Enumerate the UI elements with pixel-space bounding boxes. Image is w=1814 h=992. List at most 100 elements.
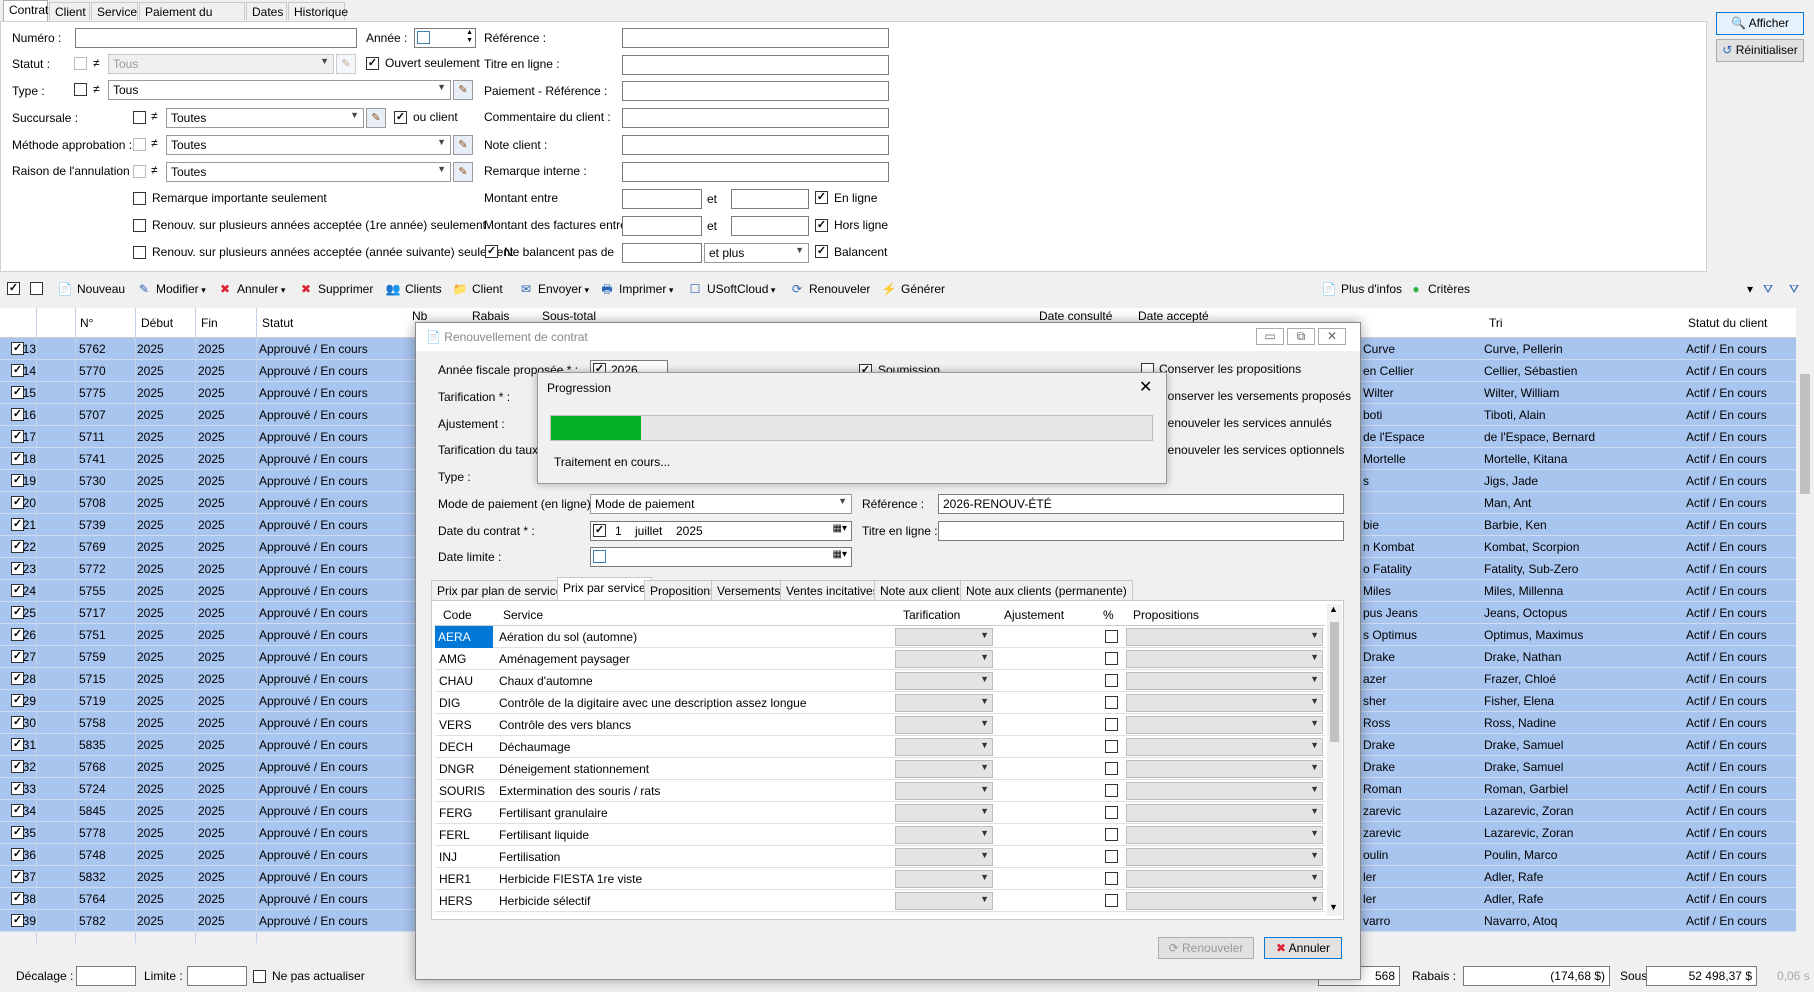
service-row[interactable]: DIG Contrôle de la digitaire avec une des… — [435, 692, 1325, 714]
service-row[interactable]: HER1 Herbicide FIESTA 1re viste ▼ ▼ — [435, 868, 1325, 890]
col-propositions[interactable]: Propositions — [1133, 608, 1199, 623]
paiement-ref-input[interactable] — [622, 81, 889, 101]
propositions-select[interactable]: ▼ — [1126, 782, 1323, 800]
propositions-select[interactable]: ▼ — [1126, 848, 1323, 866]
percent-checkbox[interactable] — [1105, 872, 1118, 885]
propositions-select[interactable]: ▼ — [1126, 716, 1323, 734]
toolbar-client-button[interactable]: 📁 Client — [451, 279, 503, 299]
statut-checkbox[interactable] — [74, 57, 87, 70]
dropdown-arrow-icon[interactable]: ▾ — [666, 285, 674, 295]
hors-ligne-checkbox[interactable] — [815, 219, 828, 232]
propositions-select[interactable]: ▼ — [1126, 804, 1323, 822]
modal-titre-input[interactable] — [938, 521, 1344, 541]
reinitialiser-button[interactable]: ↺ Réinitialiser — [1716, 39, 1804, 62]
filter-clear-icon[interactable]: ⛛ — [1789, 279, 1799, 299]
toolbar-clients-button[interactable]: 👥 Clients — [384, 279, 442, 299]
reference-input[interactable] — [622, 28, 889, 48]
col-tarification[interactable]: Tarification — [903, 608, 960, 623]
header-statut-client[interactable]: Statut du client — [1688, 316, 1767, 330]
tarification-select[interactable]: ▼ — [895, 694, 993, 712]
grid-scrollbar[interactable] — [1796, 308, 1814, 943]
montant-max-input[interactable] — [731, 189, 809, 209]
tab-2[interactable]: Service — [91, 2, 138, 20]
date-contrat-checkbox[interactable] — [593, 524, 606, 537]
raison-checkbox[interactable] — [133, 165, 146, 178]
renouv-1re-checkbox[interactable] — [133, 219, 146, 232]
dropdown-arrow-icon[interactable]: ▾ — [199, 285, 206, 295]
numero-input[interactable] — [75, 28, 357, 48]
percent-checkbox[interactable] — [1105, 894, 1118, 907]
tab-5[interactable]: Historique — [288, 2, 348, 20]
scroll-thumb[interactable] — [1330, 622, 1339, 742]
succursale-checkbox[interactable] — [133, 111, 146, 124]
limite-input[interactable] — [187, 966, 247, 986]
edit-icon[interactable]: ✎ — [453, 80, 473, 100]
edit-icon[interactable]: ✎ — [366, 108, 386, 128]
ne-balancent-checkbox[interactable] — [485, 245, 498, 258]
tarification-select[interactable]: ▼ — [895, 826, 993, 844]
service-row[interactable]: FERL Fertilisant liquide ▼ ▼ — [435, 824, 1325, 846]
tab-4[interactable]: Dates — [246, 2, 287, 20]
decalage-input[interactable] — [76, 966, 136, 986]
propositions-select[interactable]: ▼ — [1126, 672, 1323, 690]
service-row[interactable]: INJ Fertilisation ▼ ▼ — [435, 846, 1325, 868]
percent-checkbox[interactable] — [1105, 718, 1118, 731]
propositions-select[interactable]: ▼ — [1126, 650, 1323, 668]
type-select[interactable]: Tous ▼ — [108, 80, 451, 100]
scroll-up-icon[interactable]: ▲ — [1329, 604, 1338, 614]
tarification-select[interactable]: ▼ — [895, 804, 993, 822]
service-row[interactable]: DNGR Déneigement stationnement ▼ ▼ — [435, 758, 1325, 780]
tarification-select[interactable]: ▼ — [895, 782, 993, 800]
date-limite-checkbox[interactable] — [593, 550, 606, 563]
toolbar-modifier-button[interactable]: ✎ Modifier ▾ — [135, 279, 206, 299]
commentaire-input[interactable] — [622, 108, 889, 128]
annuler-button[interactable]: ✖ Annuler — [1264, 937, 1342, 959]
col-ajustement[interactable]: Ajustement — [1004, 608, 1064, 623]
afficher-button[interactable]: 🔍 Afficher — [1716, 12, 1804, 35]
toolbar-overflow-icon[interactable]: ▾ — [1747, 279, 1753, 299]
header-date-consulte[interactable]: Date consulté — [1039, 309, 1112, 323]
percent-checkbox[interactable] — [1105, 740, 1118, 753]
dropdown-arrow-icon[interactable]: ▾ — [278, 285, 286, 295]
annee-checkbox[interactable] — [417, 31, 430, 44]
close-icon[interactable]: ✕ — [1139, 377, 1152, 397]
scroll-thumb[interactable] — [1800, 374, 1810, 494]
toolbar-crit-res-button[interactable]: ● Critères — [1407, 279, 1470, 299]
methode-checkbox[interactable] — [133, 138, 146, 151]
ouvert-checkbox[interactable] — [366, 57, 379, 70]
percent-checkbox[interactable] — [1105, 762, 1118, 775]
mode-paiement-select[interactable]: Mode de paiement ▼ — [590, 494, 852, 514]
service-row[interactable]: FERG Fertilisant granulaire ▼ ▼ — [435, 802, 1325, 824]
propositions-select[interactable]: ▼ — [1126, 760, 1323, 778]
toolbar-renouveler-button[interactable]: ⟳ Renouveler — [788, 279, 870, 299]
ne-pas-actualiser-checkbox[interactable] — [253, 970, 266, 983]
percent-checkbox[interactable] — [1105, 674, 1118, 687]
maximize-icon[interactable]: ⧉ — [1287, 328, 1315, 345]
percent-checkbox[interactable] — [1105, 652, 1118, 665]
scroll-down-icon[interactable]: ▼ — [1329, 902, 1338, 912]
header-nb[interactable]: Nb — [412, 309, 427, 323]
header-date-accepte[interactable]: Date accepté — [1138, 309, 1209, 323]
en-ligne-checkbox[interactable] — [815, 191, 828, 204]
percent-checkbox[interactable] — [1105, 806, 1118, 819]
propositions-select[interactable]: ▼ — [1126, 738, 1323, 756]
service-row[interactable]: CHAU Chaux d'automne ▼ ▼ — [435, 670, 1325, 692]
propositions-select[interactable]: ▼ — [1126, 892, 1323, 910]
tab-3[interactable]: Paiement du contrat — [139, 2, 245, 33]
header-sous-total[interactable]: Sous-total — [542, 309, 596, 323]
note-client-input[interactable] — [622, 135, 889, 155]
select-none-checkbox[interactable] — [30, 282, 43, 295]
propositions-select[interactable]: ▼ — [1126, 694, 1323, 712]
service-row[interactable]: AMG Aménagement paysager ▼ ▼ — [435, 648, 1325, 670]
dialog-tab-4[interactable]: Ventes incitatives — [780, 580, 885, 600]
col-service[interactable]: Service — [503, 608, 543, 623]
renouveler-button[interactable]: ⟳ Renouveler — [1158, 937, 1254, 959]
raison-select[interactable]: Toutes ▼ — [166, 162, 451, 182]
type-checkbox[interactable] — [74, 83, 87, 96]
renouv-suivante-checkbox[interactable] — [133, 246, 146, 259]
propositions-select[interactable]: ▼ — [1126, 826, 1323, 844]
dialog-tab-3[interactable]: Versements — [711, 580, 787, 600]
propositions-select[interactable]: ▼ — [1126, 870, 1323, 888]
statut-select[interactable]: Tous ▼ — [108, 54, 334, 74]
ou-client-checkbox[interactable] — [394, 111, 407, 124]
